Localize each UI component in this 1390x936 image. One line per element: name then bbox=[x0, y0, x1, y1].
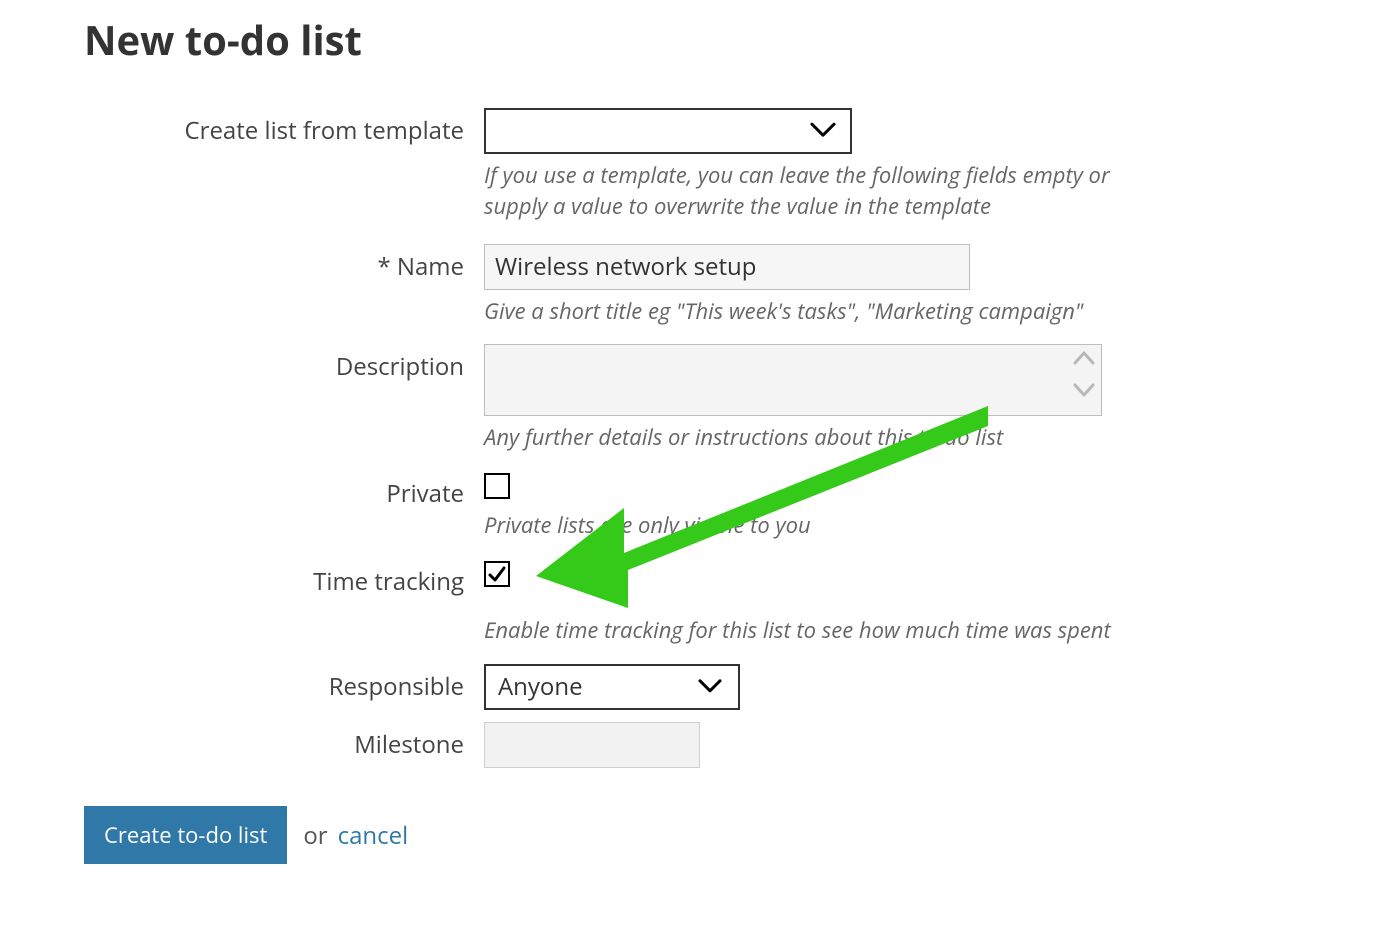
chevron-down-icon bbox=[810, 122, 836, 138]
description-textarea[interactable] bbox=[485, 345, 1101, 415]
time-tracking-label: Time tracking bbox=[84, 559, 484, 598]
name-input[interactable] bbox=[484, 244, 970, 290]
time-tracking-hint: Enable time tracking for this list to se… bbox=[484, 615, 1144, 646]
template-hint: If you use a template, you can leave the… bbox=[484, 160, 1144, 222]
checkmark-icon bbox=[487, 564, 507, 584]
description-hint: Any further details or instructions abou… bbox=[484, 422, 1144, 453]
form-footer: Create to-do list or cancel bbox=[84, 806, 408, 864]
responsible-value: Anyone bbox=[498, 670, 583, 703]
textarea-scroll-icon bbox=[1073, 351, 1095, 397]
time-tracking-checkbox[interactable] bbox=[484, 561, 510, 587]
private-hint: Private lists are only visible to you bbox=[484, 510, 1144, 541]
new-todo-form: Create list from template If you use a t… bbox=[84, 108, 1164, 768]
template-label: Create list from template bbox=[84, 108, 484, 147]
name-label: * Name bbox=[84, 244, 484, 283]
chevron-down-icon bbox=[698, 669, 722, 702]
responsible-select[interactable]: Anyone bbox=[484, 664, 740, 710]
template-select[interactable] bbox=[484, 108, 852, 154]
description-label: Description bbox=[84, 344, 484, 383]
cancel-link[interactable]: cancel bbox=[338, 819, 409, 852]
private-label: Private bbox=[84, 471, 484, 510]
name-hint: Give a short title eg "This week's tasks… bbox=[484, 296, 1144, 327]
private-checkbox[interactable] bbox=[484, 473, 510, 499]
responsible-label: Responsible bbox=[84, 664, 484, 703]
create-list-button[interactable]: Create to-do list bbox=[84, 806, 287, 864]
or-text: or bbox=[303, 819, 327, 852]
milestone-input[interactable] bbox=[484, 722, 700, 768]
milestone-label: Milestone bbox=[84, 722, 484, 761]
page-title: New to-do list bbox=[84, 12, 362, 67]
